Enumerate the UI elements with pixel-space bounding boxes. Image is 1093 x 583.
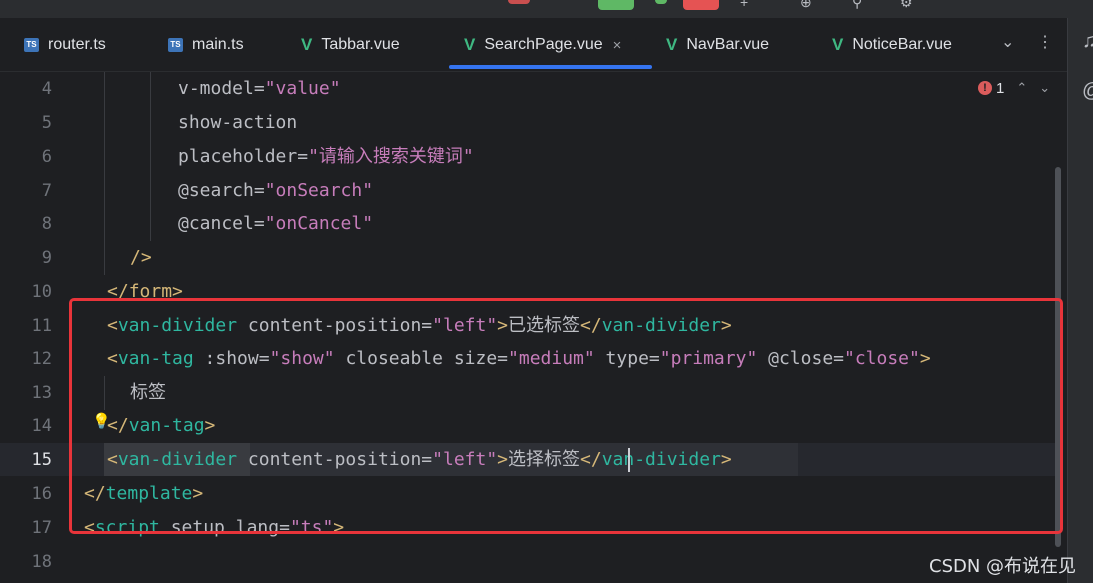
next-problem-icon[interactable]: ⌄ (1039, 80, 1050, 96)
line-number: 4 (41, 79, 52, 99)
watermark: CSDN @布说在见 (929, 556, 1077, 577)
error-count: 1 (996, 79, 1005, 97)
line-number: 7 (41, 181, 52, 201)
line-number: 14 (31, 416, 52, 436)
indent-guide (104, 72, 105, 275)
line-number: 12 (31, 349, 52, 369)
vue-file-icon: V (832, 35, 844, 54)
tab-searchpage-vue[interactable]: V SearchPage.vue × (464, 18, 621, 72)
line-number: 6 (41, 147, 52, 167)
ts-file-icon: TS (168, 38, 183, 52)
code-editor[interactable]: 4 5 6 7 8 9 10 11 12 13 14 15 16 17 18 v… (0, 72, 1067, 583)
indent-guide (150, 72, 151, 241)
tab-label: main.ts (192, 36, 244, 53)
run-button[interactable] (598, 0, 634, 10)
code-line-4: v-model="value" (178, 78, 341, 99)
line-number-gutter[interactable]: 4 5 6 7 8 9 10 11 12 13 14 15 16 17 18 (0, 72, 78, 583)
search-icon[interactable]: ⚲ (852, 0, 862, 11)
tab-label: SearchPage.vue (484, 36, 603, 53)
stop-button[interactable] (508, 0, 530, 4)
previous-problem-icon[interactable]: ⌃ (1016, 80, 1027, 96)
line-number: 8 (41, 214, 52, 234)
vcs-icon[interactable]: ⊕ (800, 0, 812, 11)
code-line-8: @cancel="onCancel" (178, 213, 374, 234)
line-number: 13 (31, 383, 52, 403)
tab-tabbar-vue[interactable]: V Tabbar.vue (301, 18, 400, 72)
tab-label: Tabbar.vue (321, 36, 400, 53)
tab-label: router.ts (48, 36, 106, 53)
vue-file-icon: V (301, 35, 313, 54)
annotation-highlight-box (69, 298, 1063, 534)
line-number-current: 15 (31, 450, 52, 470)
tabs-dropdown-icon[interactable]: ⌄ (1001, 32, 1014, 52)
tab-label: NoticeBar.vue (852, 36, 952, 53)
inspection-widget[interactable]: ! 1 ⌃ ⌄ (978, 78, 1050, 98)
close-tab-icon[interactable]: × (613, 37, 622, 54)
main-toolbar: + ⊕ ⚲ ⚙ (0, 0, 1093, 18)
tab-menu-icon[interactable]: ⋮ (1037, 32, 1053, 52)
code-line-9: /> (130, 247, 152, 268)
right-tool-strip: ♫ @ (1067, 18, 1093, 583)
line-number: 5 (41, 113, 52, 133)
code-line-6: placeholder="请输入搜索关键词" (178, 146, 474, 167)
debug-button[interactable] (655, 0, 667, 4)
line-number: 10 (31, 282, 52, 302)
line-number: 9 (41, 248, 52, 268)
line-number: 17 (31, 518, 52, 538)
tab-navbar-vue[interactable]: V NavBar.vue (666, 18, 769, 72)
stop-run-button[interactable] (683, 0, 719, 10)
line-number: 16 (31, 484, 52, 504)
line-number: 11 (31, 316, 52, 336)
tab-main-ts[interactable]: TS main.ts (168, 18, 244, 72)
tab-router-ts[interactable]: TS router.ts (24, 18, 106, 72)
line-number: 18 (31, 552, 52, 572)
more-run-icon[interactable]: + (740, 0, 748, 10)
vue-file-icon: V (464, 35, 476, 54)
active-tab-indicator (449, 65, 652, 69)
ts-file-icon: TS (24, 38, 39, 52)
tab-noticebar-vue[interactable]: V NoticeBar.vue (832, 18, 952, 72)
ai-assistant-icon[interactable]: @ (1082, 80, 1093, 103)
code-line-5: show-action (178, 112, 298, 133)
code-line-7: @search="onSearch" (178, 180, 374, 201)
notifications-icon[interactable]: ♫ (1082, 30, 1093, 53)
vue-file-icon: V (666, 35, 678, 54)
tab-label: NavBar.vue (686, 36, 770, 53)
error-icon: ! (978, 81, 992, 95)
settings-icon[interactable]: ⚙ (900, 0, 913, 11)
editor-tab-bar: TS router.ts TS main.ts V Tabbar.vue V S… (0, 18, 1067, 72)
